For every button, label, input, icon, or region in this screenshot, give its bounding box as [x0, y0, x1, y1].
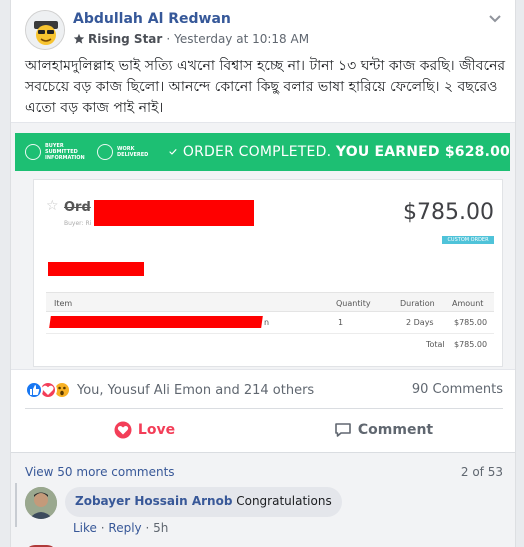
rising-star-badge-icon: [73, 33, 85, 44]
comment-icon: [335, 423, 351, 437]
comment-thread-rule: [15, 483, 17, 527]
comment-bubble: Zobayer Hossain Arnob Congratulations: [65, 487, 342, 517]
heart-icon: [114, 421, 132, 439]
comment-like-link[interactable]: Like: [73, 521, 97, 535]
order-title: Ord: [64, 200, 91, 215]
like-reaction-icon: [25, 381, 43, 399]
table-total-row: Total $785.00: [46, 334, 494, 356]
comment-action-separator: ·: [100, 521, 105, 535]
meta-separator: ·: [166, 32, 171, 46]
attached-image[interactable]: BUYER SUBMITTED INFORMATION WORK DELIVER…: [11, 122, 515, 370]
post-text: আলহামদুলিল্লাহ ভাই সত্যি এখনো বিশ্বাস হচ…: [25, 58, 506, 116]
table-header: Item Quantity Duration Amount: [46, 292, 494, 312]
step-buyer-submitted: BUYER SUBMITTED INFORMATION: [25, 143, 87, 161]
col-item: Item: [54, 299, 73, 308]
checkmark-icon: [169, 149, 177, 155]
redaction-block: [49, 316, 263, 328]
col-duration: Duration: [400, 299, 435, 308]
order-completed-text: ORDER COMPLETED. YOU EARNED $628.00: [183, 144, 510, 160]
row-quantity: 1: [338, 318, 344, 327]
comment-action-separator: ·: [145, 521, 150, 535]
star-icon: ☆: [46, 198, 59, 214]
view-more-comments-link[interactable]: View 50 more comments: [25, 465, 175, 479]
col-quantity: Quantity: [336, 299, 371, 308]
earned-amount: YOU EARNED $628.00: [335, 144, 510, 160]
total-value: $785.00: [454, 340, 488, 349]
invoice-table: Item Quantity Duration Amount n 1 2 Days…: [46, 292, 494, 356]
reactions-summary[interactable]: You, Yousuf Ali Emon and 214 others 90 C…: [25, 380, 503, 400]
post-actions: Love Comment: [25, 412, 503, 448]
order-status-bar: BUYER SUBMITTED INFORMATION WORK DELIVER…: [15, 133, 510, 171]
col-amount: Amount: [452, 299, 484, 308]
reaction-names[interactable]: You, Yousuf Ali Emon and 214 others: [77, 383, 314, 398]
commenter-name[interactable]: Zobayer Hossain Arnob: [75, 494, 232, 508]
emoji-avatar-icon: [26, 11, 64, 49]
author-name[interactable]: Abdullah Al Redwan: [73, 11, 231, 27]
love-button[interactable]: Love: [25, 412, 264, 448]
step-circle-icon: [97, 144, 113, 160]
comment-button[interactable]: Comment: [264, 412, 503, 448]
redaction-block: [94, 200, 254, 226]
post-timestamp[interactable]: Yesterday at 10:18 AM: [174, 32, 309, 46]
post-meta: Rising Star · Yesterday at 10:18 AM: [73, 32, 309, 46]
person-photo-icon: [25, 487, 57, 519]
step-label: BUYER SUBMITTED INFORMATION: [45, 143, 85, 161]
row-amount: $785.00: [454, 318, 488, 327]
commenter-avatar[interactable]: [25, 487, 57, 519]
comment-text: Congratulations: [236, 494, 332, 508]
item-suffix: n: [264, 318, 270, 327]
invoice-panel: ☆ Ord Buyer: Ri $785.00 CUSTOM ORDER Ite…: [33, 179, 503, 367]
author-avatar[interactable]: [25, 10, 65, 50]
order-status-label: ORDER COMPLETED.: [182, 144, 332, 160]
step-work-delivered: WORK DELIVERED: [97, 144, 159, 160]
buyer-caption: Buyer: Ri: [64, 220, 92, 227]
badge-label[interactable]: Rising Star: [88, 32, 162, 46]
comments-count[interactable]: 90 Comments: [412, 382, 503, 397]
step-label: WORK DELIVERED: [117, 146, 149, 158]
love-label: Love: [137, 422, 176, 438]
redaction-block: [48, 262, 144, 276]
chevron-down-icon[interactable]: [487, 10, 503, 26]
order-price: $785.00: [403, 200, 494, 225]
comments-page-count: 2 of 53: [460, 465, 503, 479]
total-label: Total: [426, 340, 445, 349]
comment-label: Comment: [357, 422, 434, 438]
step-circle-icon: [25, 144, 41, 160]
row-duration: 2 Days: [406, 318, 434, 327]
comment-actions: Like · Reply · 5h: [73, 521, 168, 535]
comment-time[interactable]: 5h: [153, 521, 168, 535]
comments-section: View 50 more comments 2 of 53 Zobayer Ho…: [11, 452, 515, 547]
post-card: Abdullah Al Redwan Rising Star · Yesterd…: [10, 0, 516, 547]
divider: [25, 408, 503, 409]
table-row: n 1 2 Days $785.00: [46, 312, 494, 334]
custom-order-tag: CUSTOM ORDER: [442, 236, 494, 244]
comment-reply-link[interactable]: Reply: [108, 521, 141, 535]
